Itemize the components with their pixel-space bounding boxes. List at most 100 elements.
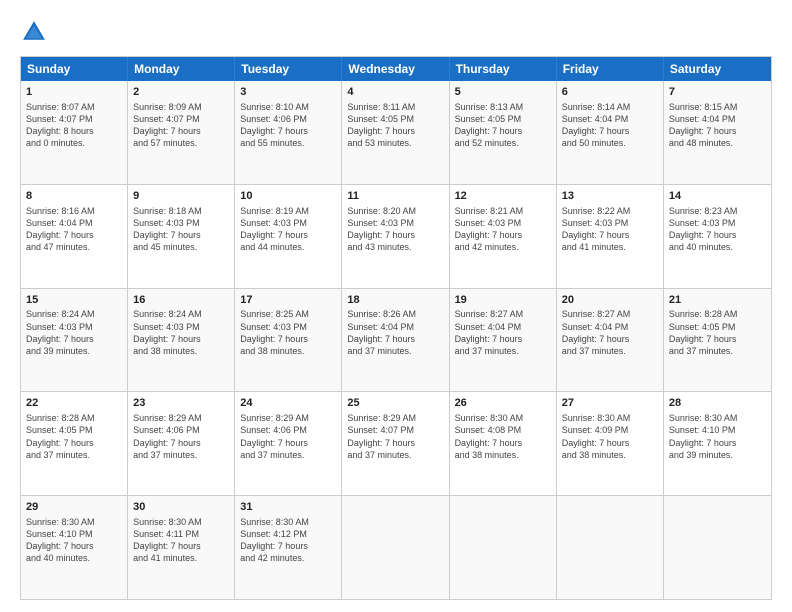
cell-info: Sunrise: 8:14 AMSunset: 4:04 PMDaylight:… (562, 101, 658, 150)
calendar-cell: 22Sunrise: 8:28 AMSunset: 4:05 PMDayligh… (21, 392, 128, 495)
day-number: 22 (26, 396, 122, 411)
calendar-row: 29Sunrise: 8:30 AMSunset: 4:10 PMDayligh… (21, 495, 771, 599)
calendar-cell: 30Sunrise: 8:30 AMSunset: 4:11 PMDayligh… (128, 496, 235, 599)
calendar-cell: 9Sunrise: 8:18 AMSunset: 4:03 PMDaylight… (128, 185, 235, 288)
day-number: 17 (240, 293, 336, 308)
day-number: 13 (562, 189, 658, 204)
day-number: 25 (347, 396, 443, 411)
cell-info: Sunrise: 8:28 AMSunset: 4:05 PMDaylight:… (669, 308, 766, 357)
cell-info: Sunrise: 8:30 AMSunset: 4:11 PMDaylight:… (133, 516, 229, 565)
cell-info: Sunrise: 8:21 AMSunset: 4:03 PMDaylight:… (455, 205, 551, 254)
calendar-row: 22Sunrise: 8:28 AMSunset: 4:05 PMDayligh… (21, 391, 771, 495)
calendar-header-cell: Sunday (21, 57, 128, 81)
calendar-cell: 1Sunrise: 8:07 AMSunset: 4:07 PMDaylight… (21, 81, 128, 184)
calendar-header-cell: Saturday (664, 57, 771, 81)
cell-info: Sunrise: 8:25 AMSunset: 4:03 PMDaylight:… (240, 308, 336, 357)
day-number: 5 (455, 85, 551, 100)
day-number: 4 (347, 85, 443, 100)
cell-info: Sunrise: 8:19 AMSunset: 4:03 PMDaylight:… (240, 205, 336, 254)
day-number: 10 (240, 189, 336, 204)
calendar-cell: 25Sunrise: 8:29 AMSunset: 4:07 PMDayligh… (342, 392, 449, 495)
day-number: 14 (669, 189, 766, 204)
calendar-cell: 3Sunrise: 8:10 AMSunset: 4:06 PMDaylight… (235, 81, 342, 184)
calendar-cell: 16Sunrise: 8:24 AMSunset: 4:03 PMDayligh… (128, 289, 235, 392)
day-number: 19 (455, 293, 551, 308)
calendar-header-cell: Wednesday (342, 57, 449, 81)
cell-info: Sunrise: 8:29 AMSunset: 4:06 PMDaylight:… (133, 412, 229, 461)
day-number: 11 (347, 189, 443, 204)
cell-info: Sunrise: 8:09 AMSunset: 4:07 PMDaylight:… (133, 101, 229, 150)
calendar-cell (557, 496, 664, 599)
calendar-cell: 27Sunrise: 8:30 AMSunset: 4:09 PMDayligh… (557, 392, 664, 495)
cell-info: Sunrise: 8:29 AMSunset: 4:06 PMDaylight:… (240, 412, 336, 461)
day-number: 15 (26, 293, 122, 308)
cell-info: Sunrise: 8:23 AMSunset: 4:03 PMDaylight:… (669, 205, 766, 254)
calendar-cell: 8Sunrise: 8:16 AMSunset: 4:04 PMDaylight… (21, 185, 128, 288)
cell-info: Sunrise: 8:30 AMSunset: 4:10 PMDaylight:… (669, 412, 766, 461)
calendar-cell: 5Sunrise: 8:13 AMSunset: 4:05 PMDaylight… (450, 81, 557, 184)
day-number: 29 (26, 500, 122, 515)
day-number: 9 (133, 189, 229, 204)
calendar-cell: 2Sunrise: 8:09 AMSunset: 4:07 PMDaylight… (128, 81, 235, 184)
calendar-header-row: SundayMondayTuesdayWednesdayThursdayFrid… (21, 57, 771, 81)
cell-info: Sunrise: 8:27 AMSunset: 4:04 PMDaylight:… (455, 308, 551, 357)
cell-info: Sunrise: 8:29 AMSunset: 4:07 PMDaylight:… (347, 412, 443, 461)
calendar-cell: 18Sunrise: 8:26 AMSunset: 4:04 PMDayligh… (342, 289, 449, 392)
day-number: 12 (455, 189, 551, 204)
calendar-cell: 13Sunrise: 8:22 AMSunset: 4:03 PMDayligh… (557, 185, 664, 288)
calendar-cell: 6Sunrise: 8:14 AMSunset: 4:04 PMDaylight… (557, 81, 664, 184)
logo (20, 18, 52, 46)
calendar-header-cell: Friday (557, 57, 664, 81)
calendar-header-cell: Tuesday (235, 57, 342, 81)
cell-info: Sunrise: 8:15 AMSunset: 4:04 PMDaylight:… (669, 101, 766, 150)
cell-info: Sunrise: 8:24 AMSunset: 4:03 PMDaylight:… (26, 308, 122, 357)
calendar-cell (342, 496, 449, 599)
calendar-cell (664, 496, 771, 599)
day-number: 26 (455, 396, 551, 411)
day-number: 20 (562, 293, 658, 308)
cell-info: Sunrise: 8:20 AMSunset: 4:03 PMDaylight:… (347, 205, 443, 254)
cell-info: Sunrise: 8:26 AMSunset: 4:04 PMDaylight:… (347, 308, 443, 357)
calendar-cell: 23Sunrise: 8:29 AMSunset: 4:06 PMDayligh… (128, 392, 235, 495)
cell-info: Sunrise: 8:27 AMSunset: 4:04 PMDaylight:… (562, 308, 658, 357)
cell-info: Sunrise: 8:13 AMSunset: 4:05 PMDaylight:… (455, 101, 551, 150)
day-number: 16 (133, 293, 229, 308)
calendar-page: SundayMondayTuesdayWednesdayThursdayFrid… (0, 0, 792, 612)
calendar-cell: 7Sunrise: 8:15 AMSunset: 4:04 PMDaylight… (664, 81, 771, 184)
calendar-cell: 11Sunrise: 8:20 AMSunset: 4:03 PMDayligh… (342, 185, 449, 288)
cell-info: Sunrise: 8:16 AMSunset: 4:04 PMDaylight:… (26, 205, 122, 254)
day-number: 7 (669, 85, 766, 100)
calendar-cell: 29Sunrise: 8:30 AMSunset: 4:10 PMDayligh… (21, 496, 128, 599)
cell-info: Sunrise: 8:30 AMSunset: 4:12 PMDaylight:… (240, 516, 336, 565)
calendar-body: 1Sunrise: 8:07 AMSunset: 4:07 PMDaylight… (21, 81, 771, 599)
logo-icon (20, 18, 48, 46)
calendar-row: 15Sunrise: 8:24 AMSunset: 4:03 PMDayligh… (21, 288, 771, 392)
calendar-cell: 26Sunrise: 8:30 AMSunset: 4:08 PMDayligh… (450, 392, 557, 495)
day-number: 1 (26, 85, 122, 100)
calendar-header-cell: Monday (128, 57, 235, 81)
cell-info: Sunrise: 8:30 AMSunset: 4:09 PMDaylight:… (562, 412, 658, 461)
cell-info: Sunrise: 8:24 AMSunset: 4:03 PMDaylight:… (133, 308, 229, 357)
calendar-cell: 17Sunrise: 8:25 AMSunset: 4:03 PMDayligh… (235, 289, 342, 392)
calendar-cell: 20Sunrise: 8:27 AMSunset: 4:04 PMDayligh… (557, 289, 664, 392)
day-number: 8 (26, 189, 122, 204)
cell-info: Sunrise: 8:28 AMSunset: 4:05 PMDaylight:… (26, 412, 122, 461)
day-number: 30 (133, 500, 229, 515)
day-number: 31 (240, 500, 336, 515)
cell-info: Sunrise: 8:22 AMSunset: 4:03 PMDaylight:… (562, 205, 658, 254)
day-number: 27 (562, 396, 658, 411)
calendar-row: 8Sunrise: 8:16 AMSunset: 4:04 PMDaylight… (21, 184, 771, 288)
day-number: 24 (240, 396, 336, 411)
cell-info: Sunrise: 8:30 AMSunset: 4:08 PMDaylight:… (455, 412, 551, 461)
calendar-cell (450, 496, 557, 599)
calendar-cell: 10Sunrise: 8:19 AMSunset: 4:03 PMDayligh… (235, 185, 342, 288)
calendar-cell: 14Sunrise: 8:23 AMSunset: 4:03 PMDayligh… (664, 185, 771, 288)
day-number: 23 (133, 396, 229, 411)
day-number: 3 (240, 85, 336, 100)
calendar-cell: 15Sunrise: 8:24 AMSunset: 4:03 PMDayligh… (21, 289, 128, 392)
calendar-cell: 4Sunrise: 8:11 AMSunset: 4:05 PMDaylight… (342, 81, 449, 184)
calendar-cell: 24Sunrise: 8:29 AMSunset: 4:06 PMDayligh… (235, 392, 342, 495)
day-number: 6 (562, 85, 658, 100)
cell-info: Sunrise: 8:11 AMSunset: 4:05 PMDaylight:… (347, 101, 443, 150)
calendar-row: 1Sunrise: 8:07 AMSunset: 4:07 PMDaylight… (21, 81, 771, 184)
